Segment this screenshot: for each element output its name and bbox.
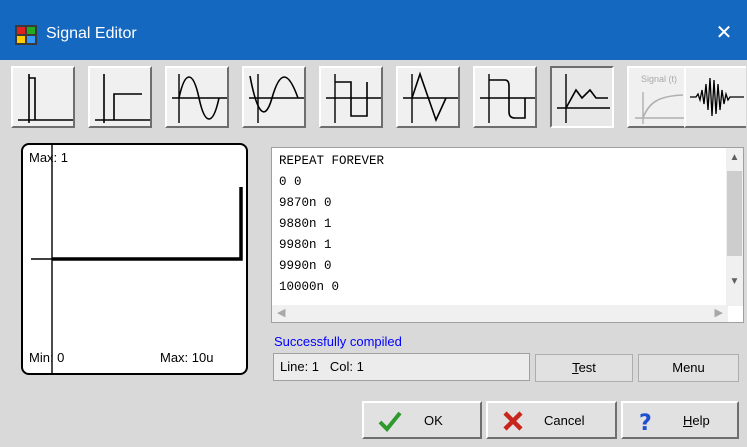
- function-curve-icon: [635, 92, 685, 124]
- cancel-label: Cancel: [544, 413, 585, 428]
- time-max-label: Max: 10u: [160, 350, 214, 365]
- svg-text:?: ?: [639, 411, 652, 434]
- test-button[interactable]: Test: [535, 354, 633, 382]
- window-title: Signal Editor: [46, 25, 137, 42]
- delayed-step-signal-button[interactable]: [88, 66, 152, 128]
- square-signal-button[interactable]: [319, 66, 383, 128]
- help-question-icon: ?: [639, 411, 652, 434]
- scroll-down-icon[interactable]: ▼: [726, 276, 743, 287]
- scroll-left-icon[interactable]: ◀: [277, 305, 285, 322]
- piecewise-linear-icon: [557, 74, 610, 123]
- inverted-sine-signal-button[interactable]: [242, 66, 306, 128]
- burst-wave-icon: [690, 77, 744, 117]
- sine-signal-button[interactable]: [165, 66, 229, 128]
- vertical-scrollbar[interactable]: ▲ ▼: [726, 148, 743, 306]
- menu-button[interactable]: Menu: [638, 354, 739, 382]
- cancel-button[interactable]: Cancel: [486, 401, 617, 439]
- step-icon: [18, 74, 73, 123]
- rounded-pulse-icon: [480, 74, 535, 123]
- signal-definition-editor[interactable]: REPEAT FOREVER 0 0 9870n 0 9880n 1 9980n…: [271, 147, 744, 323]
- min-value-label: Min: 0: [29, 350, 65, 365]
- horizontal-scrollbar[interactable]: ◀ ▶: [272, 305, 728, 322]
- help-button[interactable]: ? Help: [621, 401, 739, 439]
- step-signal-button[interactable]: [11, 66, 75, 128]
- max-value-label: Max: 1: [29, 150, 69, 165]
- inverted-sine-icon: [249, 74, 304, 123]
- scroll-up-icon[interactable]: ▲: [726, 152, 743, 163]
- signal-t-function-button[interactable]: Signal (t): [627, 66, 691, 128]
- noise-signal-button[interactable]: [684, 66, 746, 128]
- cancel-x-icon: [503, 411, 523, 431]
- scroll-thumb[interactable]: [727, 171, 742, 256]
- triangle-signal-button[interactable]: [396, 66, 460, 128]
- ok-button[interactable]: OK: [362, 401, 482, 439]
- waveform-preview: Max: 1 Min: 0 Max: 10u: [21, 143, 248, 375]
- waveform-plot: [31, 145, 243, 373]
- app-icon: [15, 25, 37, 45]
- square-wave-icon: [326, 74, 381, 123]
- help-label: Help: [683, 413, 710, 428]
- cursor-position: Line: 1 Col: 1: [273, 353, 530, 381]
- editor-text[interactable]: REPEAT FOREVER 0 0 9870n 0 9880n 1 9980n…: [279, 151, 384, 298]
- custom-pwl-signal-button[interactable]: [550, 66, 614, 128]
- ok-label: OK: [424, 413, 443, 428]
- rounded-pulse-signal-button[interactable]: [473, 66, 537, 128]
- sine-icon: [172, 74, 227, 123]
- delayed-step-icon: [95, 74, 150, 123]
- scroll-right-icon[interactable]: ▶: [715, 305, 723, 322]
- checkmark-icon: [378, 411, 402, 432]
- close-icon[interactable]: ✕: [701, 18, 747, 48]
- title-bar: Signal Editor ✕: [0, 0, 747, 60]
- compile-status: Successfully compiled: [274, 334, 402, 349]
- triangle-wave-icon: [403, 71, 458, 123]
